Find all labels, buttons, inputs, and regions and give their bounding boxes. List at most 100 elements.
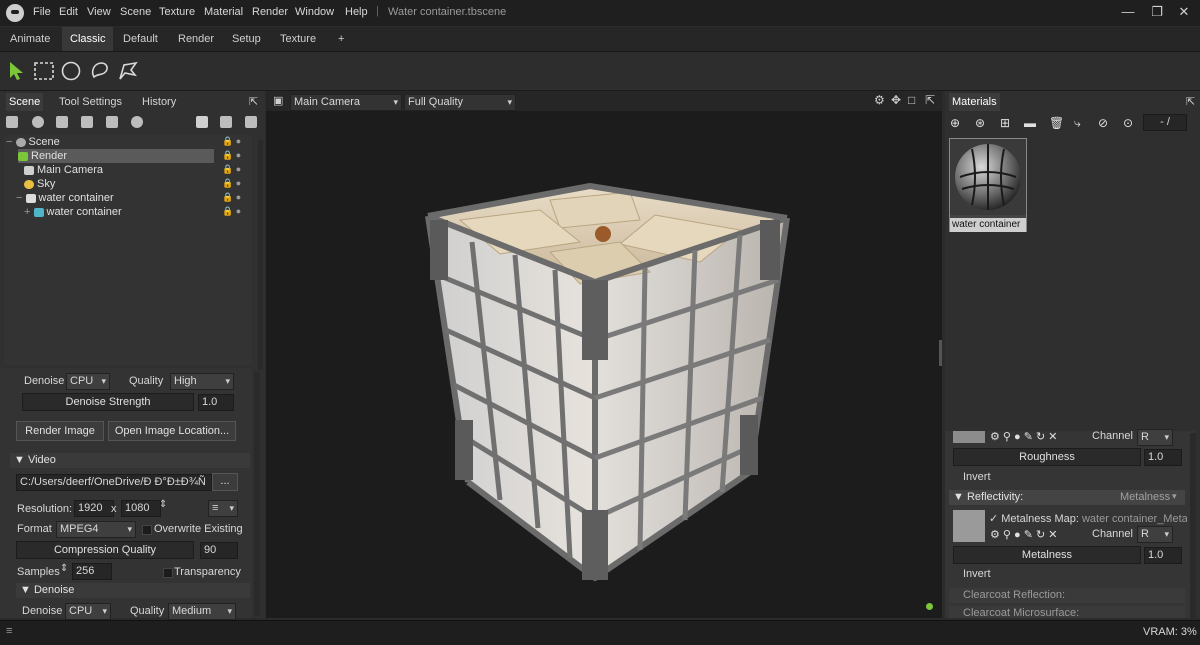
lasso-select-icon[interactable] [89,60,111,82]
resolution-lock-icon[interactable]: ⇕ [159,499,167,510]
viewport-splitter[interactable] [939,340,942,366]
metalness-slider[interactable]: Metalness [953,546,1141,564]
paint-select-icon[interactable] [117,60,139,82]
tab-setup[interactable]: Setup [224,27,269,51]
ellipse-select-icon[interactable] [60,60,82,82]
menu-material[interactable]: Material [204,6,243,18]
roughness-slider[interactable]: Roughness [953,448,1141,466]
lock-visibility-toggle[interactable]: 🔒 ● [222,192,250,204]
popout-icon[interactable]: ⇱ [249,95,258,108]
browse-button[interactable]: ... [212,473,238,491]
lock-visibility-toggle[interactable]: 🔒 ● [222,206,250,218]
denoise-strength-input[interactable]: 1.0 [198,394,234,411]
duplicate-material-icon[interactable]: ⊛ [975,116,985,130]
assign-icon[interactable]: ⤷ [1074,116,1081,131]
maximize-button[interactable]: ❐ [1149,5,1165,19]
tree-item-water-container[interactable]: − water container [16,191,228,205]
menu-texture[interactable]: Texture [159,6,195,18]
tab-default[interactable]: Default [115,27,166,51]
samples-input[interactable]: 256 [72,563,112,580]
invert-label[interactable]: Invert [963,471,991,483]
app-logo-icon[interactable] [6,4,24,22]
menu-edit[interactable]: Edit [59,6,78,18]
denoise-section-header[interactable]: ▼ Denoise [16,583,250,598]
select-objects-icon[interactable]: ⊘ [1098,116,1108,130]
tree-item-main-camera[interactable]: Main Camera [24,163,236,177]
quality-select[interactable]: High [170,373,234,390]
tab-classic[interactable]: Classic [62,27,114,51]
add-sky-icon[interactable] [81,116,93,128]
folder-icon[interactable] [196,116,208,128]
add-light-icon[interactable] [32,116,44,128]
roughness-map-thumbnail[interactable] [953,431,985,443]
tree-item-render[interactable]: Render [18,149,214,163]
channel-select[interactable]: R [1137,526,1173,543]
invert-label[interactable]: Invert [963,568,991,580]
resolution-height-input[interactable]: 1080 [121,500,161,517]
add-material-icon[interactable]: ⊕ [950,116,960,130]
tree-item-sky[interactable]: Sky [24,177,236,191]
lock-visibility-toggle[interactable]: 🔒 ● [222,136,250,148]
expand-icon[interactable]: + [24,206,30,218]
frame-icon[interactable]: □ [908,93,915,107]
collapse-icon[interactable]: − [6,136,12,148]
folder-icon[interactable]: ▬ [1024,116,1036,130]
lock-visibility-toggle[interactable]: 🔒 ● [222,178,250,190]
compression-quality-input[interactable]: 90 [200,542,238,559]
menu-file[interactable]: File [33,6,51,18]
compression-quality-slider[interactable]: Compression Quality [16,541,194,559]
tab-render[interactable]: Render [170,27,222,51]
collapse-icon[interactable]: − [16,192,22,204]
clearcoat-reflection-header[interactable]: Clearcoat Reflection: [949,588,1185,603]
material-thumbnail[interactable]: water container [949,138,1027,232]
tab-scene[interactable]: Scene [6,93,44,111]
transparency-checkbox[interactable] [163,568,173,578]
add-camera-icon[interactable] [56,116,68,128]
pattern-icon[interactable]: ⊞ [1000,116,1010,130]
denoise-select-2[interactable]: CPU [65,603,111,620]
camera-select[interactable]: Main Camera [290,94,402,111]
tab-tool-settings[interactable]: Tool Settings [56,93,125,111]
camera-icon[interactable]: ▣ [273,94,283,107]
resolution-preset-menu-icon[interactable]: ≡ [208,500,238,517]
status-menu-icon[interactable]: ≡ [6,625,12,637]
menu-view[interactable]: View [87,6,111,18]
duplicate-icon[interactable] [220,116,232,128]
map-tools-icon[interactable]: ⚙ ⚲ ● ✎ ↻ ✕ [990,430,1058,443]
overwrite-checkbox[interactable] [142,525,152,535]
select-arrow-icon[interactable] [6,60,28,82]
open-image-location-button[interactable]: Open Image Location... [108,421,236,441]
popout-icon[interactable]: ⇱ [925,93,935,107]
props-scrollbar[interactable] [254,372,260,616]
resolution-width-input[interactable]: 1920 [74,500,114,517]
map-tools-icon[interactable]: ⚙ ⚲ ● ✎ ↻ ✕ [990,528,1058,541]
samples-stepper-icon[interactable]: ⇕ [60,563,68,574]
lock-visibility-toggle[interactable]: 🔒 ● [222,150,250,162]
trash-icon[interactable] [245,116,257,128]
add-shadow-catcher-icon[interactable] [131,116,143,128]
reflectivity-mode-select[interactable]: Metalness [1120,491,1170,503]
menu-help[interactable]: Help [345,6,368,18]
close-button[interactable]: ✕ [1176,5,1192,19]
tab-texture[interactable]: Texture [272,27,324,51]
export-icon[interactable]: ⊙ [1123,116,1133,130]
channel-select[interactable]: R [1137,429,1173,446]
tree-item-water-container-mesh[interactable]: + water container [24,205,236,219]
tab-animate[interactable]: Animate [2,27,58,51]
dropdown-arrow-icon[interactable]: ▾ [1172,491,1177,502]
clearcoat-microsurface-header[interactable]: Clearcoat Microsurface: [949,606,1185,618]
roughness-input[interactable]: 1.0 [1144,449,1182,466]
metalness-input[interactable]: 1.0 [1144,547,1182,564]
add-fog-icon[interactable] [106,116,118,128]
video-section-header[interactable]: ▼ Video [10,453,250,468]
move-icon[interactable]: ✥ [891,93,901,107]
tree-scrollbar[interactable] [258,140,263,370]
add-workspace-button[interactable]: + [330,27,352,51]
video-path-input[interactable]: C:/Users/deerf/OneDrive/Ð Ð°Ð±Ð¾Ñ [16,474,212,491]
metalness-map-thumbnail[interactable] [953,510,985,542]
menu-render[interactable]: Render [252,6,288,18]
settings-gear-icon[interactable]: ⚙ [874,93,885,107]
menu-window[interactable]: Window [295,6,334,18]
add-object-icon[interactable] [6,116,18,128]
quality-preset-select[interactable]: Full Quality [404,94,516,111]
